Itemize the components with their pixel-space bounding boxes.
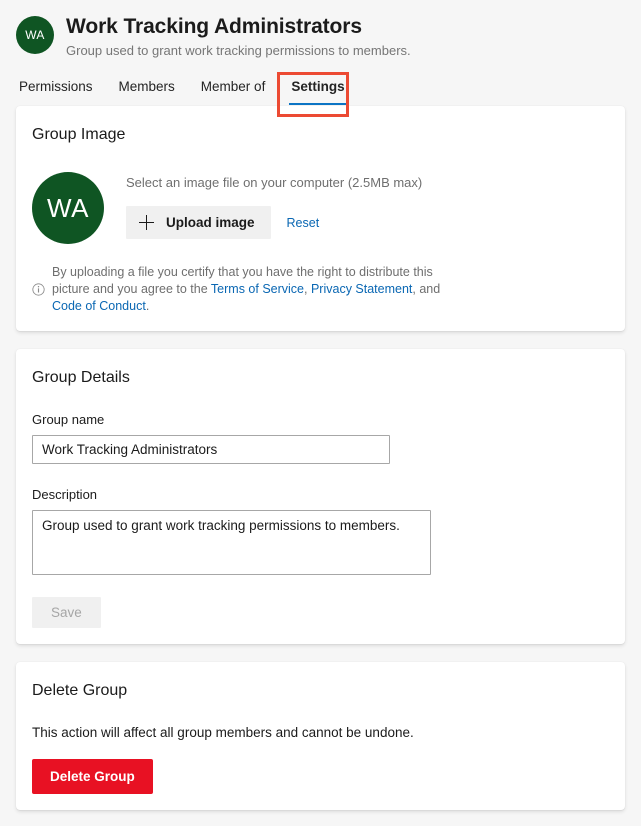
group-image-controls: Select an image file on your computer (2… (126, 172, 422, 239)
description-textarea[interactable] (32, 510, 431, 575)
page-subtitle: Group used to grant work tracking permis… (66, 42, 411, 60)
group-avatar-large: WA (32, 172, 104, 244)
info-circle-icon (32, 283, 45, 296)
group-image-row: WA Select an image file on your computer… (32, 172, 609, 244)
delete-group-card: Delete Group This action will affect all… (16, 662, 625, 810)
legal-sep-2: , and (412, 282, 440, 296)
header-row: WA Work Tracking Administrators Group us… (16, 14, 625, 60)
group-details-card: Group Details Group name Description Sav… (16, 349, 625, 644)
privacy-statement-link[interactable]: Privacy Statement (311, 282, 412, 296)
group-image-card-title: Group Image (32, 124, 609, 146)
legal-sep-1: , (304, 282, 311, 296)
description-label: Description (32, 486, 609, 504)
legal-notice-text: By uploading a file you certify that you… (52, 264, 472, 315)
avatar: WA (16, 16, 54, 54)
delete-group-button[interactable]: Delete Group (32, 759, 153, 794)
header-text-block: Work Tracking Administrators Group used … (66, 14, 411, 60)
terms-of-service-link[interactable]: Terms of Service (211, 282, 304, 296)
upload-hint-text: Select an image file on your computer (2… (126, 174, 422, 192)
tab-members[interactable]: Members (117, 78, 177, 106)
group-name-field: Group name (32, 411, 609, 464)
description-field: Description (32, 486, 609, 580)
tab-permissions[interactable]: Permissions (17, 78, 95, 106)
group-details-card-title: Group Details (32, 367, 609, 389)
group-image-card: Group Image WA Select an image file on y… (16, 106, 625, 331)
code-of-conduct-link[interactable]: Code of Conduct (52, 299, 146, 313)
tab-settings[interactable]: Settings (289, 78, 346, 106)
page-header: WA Work Tracking Administrators Group us… (0, 0, 641, 106)
tab-bar: Permissions Members Member of Settings (16, 74, 625, 106)
plus-icon (139, 215, 154, 230)
upload-image-button-label: Upload image (166, 215, 255, 230)
reset-link[interactable]: Reset (287, 216, 320, 230)
page-title: Work Tracking Administrators (66, 14, 411, 40)
delete-group-card-title: Delete Group (32, 680, 609, 702)
delete-group-description: This action will affect all group member… (32, 724, 609, 742)
legal-text-suffix: . (146, 299, 149, 313)
group-name-input[interactable] (32, 435, 390, 464)
legal-notice-row: By uploading a file you certify that you… (32, 264, 609, 315)
upload-row: Upload image Reset (126, 206, 422, 239)
save-button[interactable]: Save (32, 597, 101, 628)
upload-image-button[interactable]: Upload image (126, 206, 271, 239)
group-name-label: Group name (32, 411, 609, 429)
tab-member-of[interactable]: Member of (199, 78, 268, 106)
main-content: Group Image WA Select an image file on y… (0, 106, 641, 810)
